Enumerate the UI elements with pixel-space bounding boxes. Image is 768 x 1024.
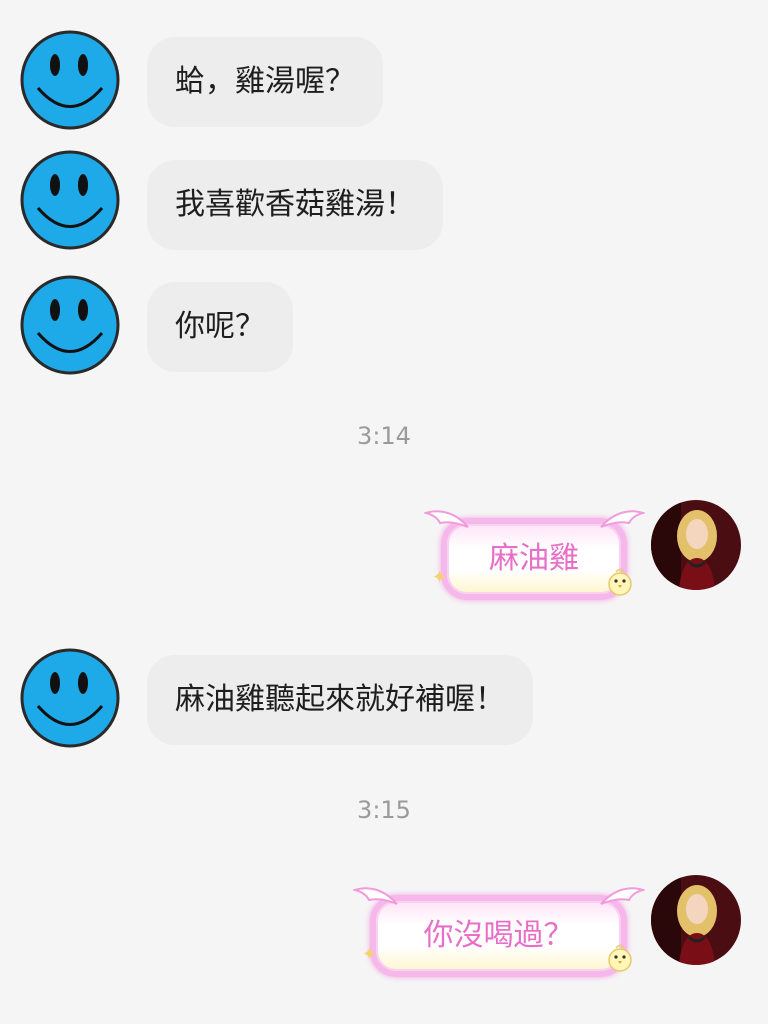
message-text: 麻油雞聽起來就好補喔！ — [175, 682, 505, 717]
user-avatar[interactable] — [651, 875, 741, 965]
message-text: 麻油雞 — [489, 541, 579, 576]
smiley-avatar[interactable] — [20, 275, 120, 375]
user-avatar[interactable] — [651, 500, 741, 590]
incoming-message-bubble[interactable]: 麻油雞聽起來就好補喔！ — [147, 655, 533, 745]
outgoing-message-bubble[interactable]: 你沒喝過？ — [370, 895, 627, 977]
smiley-avatar[interactable] — [20, 648, 120, 748]
left-wing-icon — [424, 510, 469, 528]
smiley-avatar[interactable] — [20, 150, 120, 250]
message-text: 我喜歡香菇雞湯！ — [175, 187, 415, 222]
left-wing-icon — [353, 887, 398, 905]
incoming-message-bubble[interactable]: 我喜歡香菇雞湯！ — [147, 160, 443, 250]
chick-icon — [608, 568, 632, 596]
user-photo-avatar — [651, 500, 741, 590]
chick-icon — [608, 944, 632, 972]
smiley-icon — [20, 648, 120, 748]
star-icon: ✦ — [362, 944, 378, 965]
user-photo-avatar — [651, 875, 741, 965]
incoming-message-bubble[interactable]: 你呢？ — [147, 282, 293, 372]
timestamp: 3:15 — [357, 796, 411, 824]
right-wing-icon — [600, 510, 645, 528]
star-icon: ✦ — [432, 567, 448, 588]
smiley-icon — [20, 275, 120, 375]
message-text: 你沒喝過？ — [423, 918, 574, 953]
smiley-icon — [20, 150, 120, 250]
timestamp: 3:14 — [357, 422, 411, 450]
message-text: 你呢？ — [175, 309, 265, 344]
message-text: 蛤，雞湯喔？ — [175, 64, 355, 99]
smiley-icon — [20, 30, 120, 130]
right-wing-icon — [600, 887, 645, 905]
smiley-avatar[interactable] — [20, 30, 120, 130]
incoming-message-bubble[interactable]: 蛤，雞湯喔？ — [147, 37, 383, 127]
